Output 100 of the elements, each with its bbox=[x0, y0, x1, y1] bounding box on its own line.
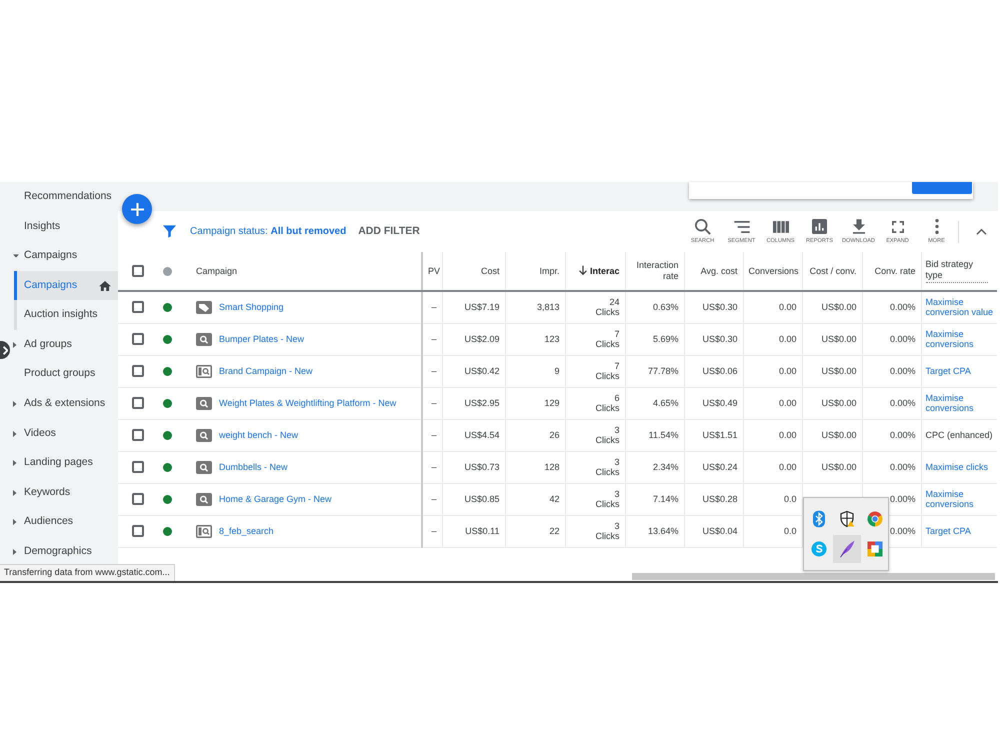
sidebar-item[interactable]: Product groups bbox=[11, 360, 118, 390]
avg-cost-value: US$0.28 bbox=[702, 494, 738, 504]
bid-strategy-link[interactable]: Maximise clicks bbox=[926, 462, 988, 472]
cost-value: US$0.85 bbox=[464, 494, 500, 504]
sidebar-item[interactable]: Demographics bbox=[11, 537, 118, 567]
interaction-rate-value: 13.64% bbox=[648, 526, 678, 536]
bid-strategy-link[interactable]: Target CPA bbox=[926, 526, 971, 536]
download-icon bbox=[852, 219, 864, 234]
columns-icon bbox=[772, 220, 788, 233]
cost-per-conversion-value: US$0.00 bbox=[821, 302, 856, 312]
impressions-value: 42 bbox=[549, 494, 560, 504]
campaign-link[interactable]: weight bench - New bbox=[219, 430, 298, 440]
interactions-value: 24 bbox=[608, 296, 620, 308]
avg-cost-value: US$0.30 bbox=[702, 302, 738, 312]
dash-value: – bbox=[431, 430, 436, 440]
campaign-link[interactable]: Home & Garage Gym - New bbox=[219, 494, 332, 504]
conversions-value: 0.00 bbox=[778, 302, 796, 312]
row-checkbox[interactable] bbox=[132, 525, 144, 537]
avg-cost-value: US$0.04 bbox=[702, 526, 738, 536]
bid-strategy-link[interactable]: Maximise conversions bbox=[926, 328, 995, 350]
sidebar-item[interactable]: Ads & extensions bbox=[11, 389, 118, 419]
bid-strategy-link[interactable]: Target CPA bbox=[926, 366, 971, 376]
cost-per-conversion-value: US$0.00 bbox=[821, 398, 856, 408]
interaction-unit: Clicks bbox=[594, 371, 620, 382]
avg-cost-value: US$0.06 bbox=[702, 366, 738, 376]
row-checkbox[interactable] bbox=[132, 397, 144, 409]
column-header[interactable]: Cost bbox=[480, 266, 500, 276]
quill-icon[interactable] bbox=[833, 535, 861, 563]
sidebar-item[interactable]: Ad groups bbox=[11, 330, 118, 360]
bid-strategy-link[interactable]: Maximise conversions bbox=[926, 488, 995, 510]
interaction-unit: Clicks bbox=[594, 339, 620, 350]
chevron-up-icon bbox=[976, 228, 987, 234]
conversion-rate-value: 0.00% bbox=[890, 494, 916, 504]
interaction-unit: Clicks bbox=[594, 403, 620, 414]
round-logo-icon[interactable] bbox=[866, 510, 884, 528]
cost-value: US$4.54 bbox=[464, 430, 500, 440]
column-header[interactable]: Conv. rate bbox=[874, 266, 916, 276]
sidebar-item[interactable]: Campaigns bbox=[11, 241, 118, 271]
interaction-rate-value: 5.69% bbox=[652, 334, 678, 344]
conversion-rate-value: 0.00% bbox=[890, 302, 916, 312]
column-header[interactable]: Interac bbox=[578, 265, 620, 277]
interactions-value: 3 bbox=[613, 424, 620, 435]
interaction-rate-value: 2.34% bbox=[652, 462, 678, 472]
column-header[interactable]: Impr. bbox=[539, 266, 560, 276]
column-header[interactable]: Avg. cost bbox=[700, 266, 738, 276]
add-filter-button[interactable]: ADD FILTER bbox=[358, 224, 420, 240]
column-header[interactable]: PV bbox=[428, 266, 440, 276]
bid-strategy-link[interactable]: Maximise conversion value bbox=[926, 296, 995, 318]
interaction-unit: Clicks bbox=[594, 307, 620, 318]
row-checkbox[interactable] bbox=[132, 333, 144, 345]
dash-value: – bbox=[431, 302, 436, 312]
campaign-link[interactable]: Smart Shopping bbox=[219, 302, 284, 312]
column-header[interactable]: Interaction rate bbox=[630, 260, 678, 282]
dash-value: – bbox=[431, 494, 436, 504]
campaign-link[interactable]: 8_feb_search bbox=[219, 526, 274, 536]
select-all-checkbox[interactable] bbox=[132, 265, 144, 277]
impressions-value: 22 bbox=[549, 526, 560, 536]
dash-value: – bbox=[431, 334, 436, 344]
sidebar-item[interactable]: Campaigns bbox=[14, 270, 118, 300]
sidebar-item[interactable]: Landing pages bbox=[11, 448, 118, 478]
sidebar-item[interactable]: Recommendations bbox=[11, 182, 118, 212]
sidebar-item[interactable]: Videos bbox=[11, 418, 118, 448]
conversions-value: 0.0 bbox=[784, 526, 796, 536]
conversion-rate-value: 0.00% bbox=[890, 526, 916, 536]
campaign-link[interactable]: Brand Campaign - New bbox=[219, 366, 313, 376]
impressions-value: 9 bbox=[554, 366, 560, 376]
tile-icon[interactable] bbox=[866, 540, 884, 558]
row-checkbox[interactable] bbox=[132, 429, 144, 441]
row-checkbox[interactable] bbox=[132, 301, 144, 314]
column-header[interactable]: Conversions bbox=[748, 266, 799, 276]
avg-cost-value: US$0.49 bbox=[702, 398, 738, 408]
more-icon bbox=[934, 219, 938, 234]
column-header[interactable]: Bid strategy type bbox=[926, 259, 988, 283]
campaign-link[interactable]: Dumbbells - New bbox=[219, 462, 288, 472]
conversion-rate-value: 0.00% bbox=[890, 366, 916, 376]
sort-arrow-icon bbox=[578, 265, 587, 276]
row-checkbox[interactable] bbox=[132, 493, 144, 505]
conversions-value: 0.00 bbox=[778, 398, 796, 408]
sidebar-item[interactable]: Audiences bbox=[11, 508, 118, 538]
sidebar-item[interactable]: Keywords bbox=[11, 478, 118, 508]
interaction-rate-value: 0.63% bbox=[652, 302, 678, 312]
search-icon bbox=[694, 218, 710, 235]
column-header[interactable]: Cost / conv. bbox=[810, 266, 856, 276]
row-checkbox[interactable] bbox=[132, 365, 144, 377]
shield-icon[interactable] bbox=[838, 510, 856, 528]
search-icon bbox=[196, 332, 212, 346]
sidebar-item[interactable]: Insights bbox=[11, 212, 118, 242]
filter-chip[interactable]: Campaign status: All but removed bbox=[190, 224, 346, 239]
interactions-value: 3 bbox=[613, 456, 620, 467]
row-checkbox[interactable] bbox=[132, 461, 144, 473]
campaign-link[interactable]: Weight Plates & Weightlifting Platform - New bbox=[219, 398, 396, 408]
bid-strategy-link[interactable]: Maximise conversions bbox=[926, 392, 995, 414]
campaign-link[interactable]: Bumper Plates - New bbox=[219, 334, 304, 344]
search-icon bbox=[196, 460, 212, 474]
interactions-value: 3 bbox=[613, 488, 620, 499]
cost-per-conversion-value: US$0.00 bbox=[821, 462, 856, 472]
bluetooth-icon[interactable] bbox=[810, 510, 828, 528]
column-header[interactable]: Campaign bbox=[196, 266, 238, 276]
impressions-value: 123 bbox=[544, 334, 560, 344]
conversions-value: 0.00 bbox=[778, 334, 796, 344]
